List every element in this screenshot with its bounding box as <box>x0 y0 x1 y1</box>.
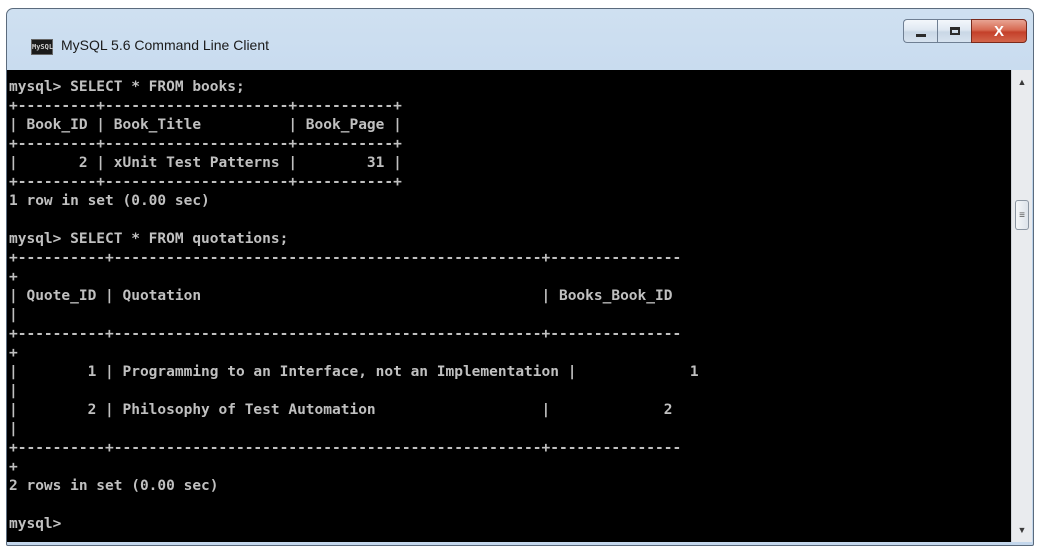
console-line: 1 row in set (0.00 sec) <box>9 193 210 209</box>
console-line: mysql> SELECT * FROM books; <box>9 79 245 95</box>
maximize-button[interactable] <box>937 19 971 43</box>
console-line: + <box>9 459 18 475</box>
window-title: MySQL 5.6 Command Line Client <box>61 37 270 53</box>
grip-lines-icon: ≡ <box>1019 209 1025 221</box>
console-output[interactable]: mysql> SELECT * FROM books; +---------+--… <box>7 70 1011 542</box>
maximize-icon <box>949 27 960 35</box>
close-icon: X <box>993 22 1004 40</box>
console-line: | Book_ID | Book_Title | Book_Page | <box>9 117 402 133</box>
minimize-button[interactable] <box>903 19 937 43</box>
scroll-up-arrow-icon[interactable]: ▲ <box>1012 72 1032 92</box>
scroll-thumb[interactable]: ≡ <box>1015 200 1029 230</box>
console-line: +----------+----------------------------… <box>9 440 682 456</box>
console-line: mysql> <box>9 516 62 532</box>
mysql-app-icon[interactable]: MySQL <box>31 39 53 55</box>
console-line: 2 rows in set (0.00 sec) <box>9 478 219 494</box>
console-line: | 2 | xUnit Test Patterns | 31 | <box>9 155 402 171</box>
console-line: | <box>9 421 18 437</box>
vertical-scrollbar[interactable]: ▲ ≡ ▼ <box>1011 70 1032 542</box>
title-bar[interactable]: MySQL MySQL 5.6 Command Line Client X <box>7 9 1033 69</box>
console-line: +----------+----------------------------… <box>9 250 682 266</box>
console-line: mysql> SELECT * FROM quotations; <box>9 231 289 247</box>
console-line: + <box>9 269 18 285</box>
console-line: | <box>9 383 18 399</box>
scroll-down-arrow-icon[interactable]: ▼ <box>1012 520 1032 540</box>
console-line: +----------+----------------------------… <box>9 326 682 342</box>
caption-buttons: X <box>903 19 1027 45</box>
console-line: | Quote_ID | Quotation | Books_Book_ID <box>9 288 673 304</box>
minimize-icon <box>915 33 926 37</box>
console-line: | 1 | Programming to an Interface, not a… <box>9 364 699 380</box>
console-text: mysql> SELECT * FROM books; +---------+--… <box>7 70 1011 534</box>
close-button[interactable]: X <box>971 19 1027 43</box>
console-line: | 2 | Philosophy of Test Automation | 2 <box>9 402 673 418</box>
console-line: +---------+---------------------+-------… <box>9 136 402 152</box>
console-line: | <box>9 307 18 323</box>
console-line: +---------+---------------------+-------… <box>9 174 402 190</box>
console-line: +---------+---------------------+-------… <box>9 98 402 114</box>
console-window: MySQL MySQL 5.6 Command Line Client X my… <box>6 8 1034 546</box>
console-line: + <box>9 345 18 361</box>
